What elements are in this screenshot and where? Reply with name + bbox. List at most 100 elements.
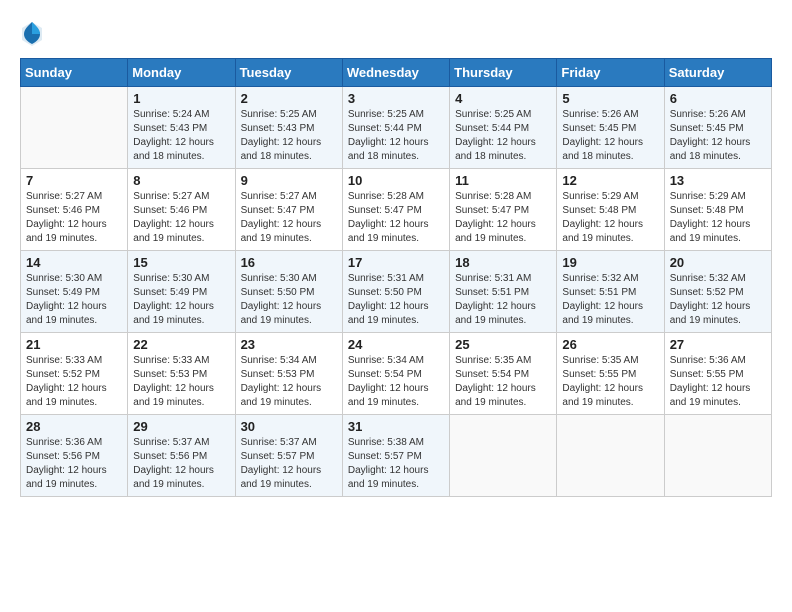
day-number: 28 bbox=[26, 419, 122, 434]
calendar-table: Sunday Monday Tuesday Wednesday Thursday… bbox=[20, 58, 772, 497]
day-info: Sunrise: 5:35 AM Sunset: 5:55 PM Dayligh… bbox=[562, 354, 658, 410]
day-cell: 19 Sunrise: 5:32 AM Sunset: 5:51 PM Dayli… bbox=[557, 251, 664, 333]
day-cell: 29 Sunrise: 5:37 AM Sunset: 5:56 PM Dayli… bbox=[128, 415, 235, 497]
day-cell: 30Sunrise: 5:37 AM Sunset: 5:57 PM Dayli… bbox=[235, 415, 342, 497]
day-info: Sunrise: 5:34 AM Sunset: 5:53 PM Dayligh… bbox=[241, 354, 337, 410]
day-cell: 27 Sunrise: 5:36 AM Sunset: 5:55 PM Dayli… bbox=[664, 333, 771, 415]
day-number: 19 bbox=[562, 255, 658, 270]
days-header-row: Sunday Monday Tuesday Wednesday Thursday… bbox=[21, 59, 772, 87]
day-info: Sunrise: 5:26 AM Sunset: 5:45 PM Dayligh… bbox=[670, 108, 766, 164]
day-number: 12 bbox=[562, 173, 658, 188]
day-info: Sunrise: 5:36 AM Sunset: 5:56 PM Dayligh… bbox=[26, 436, 122, 492]
day-cell bbox=[450, 415, 557, 497]
day-number: 3 bbox=[348, 91, 444, 106]
day-cell: 9 Sunrise: 5:27 AM Sunset: 5:47 PM Daylig… bbox=[235, 169, 342, 251]
day-cell: 16Sunrise: 5:30 AM Sunset: 5:50 PM Dayli… bbox=[235, 251, 342, 333]
day-number: 14 bbox=[26, 255, 122, 270]
day-info: Sunrise: 5:27 AM Sunset: 5:46 PM Dayligh… bbox=[133, 190, 229, 246]
logo-icon bbox=[20, 20, 44, 48]
day-number: 7 bbox=[26, 173, 122, 188]
day-number: 31 bbox=[348, 419, 444, 434]
day-info: Sunrise: 5:25 AM Sunset: 5:43 PM Dayligh… bbox=[241, 108, 337, 164]
day-info: Sunrise: 5:38 AM Sunset: 5:57 PM Dayligh… bbox=[348, 436, 444, 492]
day-number: 5 bbox=[562, 91, 658, 106]
day-cell: 18Sunrise: 5:31 AM Sunset: 5:51 PM Dayli… bbox=[450, 251, 557, 333]
day-number: 15 bbox=[133, 255, 229, 270]
day-info: Sunrise: 5:32 AM Sunset: 5:51 PM Dayligh… bbox=[562, 272, 658, 328]
day-number: 24 bbox=[348, 337, 444, 352]
day-cell: 4 Sunrise: 5:25 AM Sunset: 5:44 PM Daylig… bbox=[450, 87, 557, 169]
day-number: 6 bbox=[670, 91, 766, 106]
day-cell bbox=[664, 415, 771, 497]
day-info: Sunrise: 5:33 AM Sunset: 5:52 PM Dayligh… bbox=[26, 354, 122, 410]
day-cell: 5 Sunrise: 5:26 AM Sunset: 5:45 PM Daylig… bbox=[557, 87, 664, 169]
day-number: 26 bbox=[562, 337, 658, 352]
day-cell: 23 Sunrise: 5:34 AM Sunset: 5:53 PM Dayli… bbox=[235, 333, 342, 415]
day-number: 11 bbox=[455, 173, 551, 188]
day-cell: 12 Sunrise: 5:29 AM Sunset: 5:48 PM Dayli… bbox=[557, 169, 664, 251]
day-info: Sunrise: 5:33 AM Sunset: 5:53 PM Dayligh… bbox=[133, 354, 229, 410]
day-number: 4 bbox=[455, 91, 551, 106]
logo bbox=[20, 20, 48, 48]
day-info: Sunrise: 5:35 AM Sunset: 5:54 PM Dayligh… bbox=[455, 354, 551, 410]
day-cell bbox=[21, 87, 128, 169]
day-cell: 8 Sunrise: 5:27 AM Sunset: 5:46 PM Daylig… bbox=[128, 169, 235, 251]
day-number: 20 bbox=[670, 255, 766, 270]
header-tuesday: Tuesday bbox=[235, 59, 342, 87]
day-info: Sunrise: 5:37 AM Sunset: 5:57 PM Dayligh… bbox=[241, 436, 337, 492]
header-monday: Monday bbox=[128, 59, 235, 87]
day-info: Sunrise: 5:29 AM Sunset: 5:48 PM Dayligh… bbox=[670, 190, 766, 246]
day-cell: 26 Sunrise: 5:35 AM Sunset: 5:55 PM Dayli… bbox=[557, 333, 664, 415]
day-info: Sunrise: 5:27 AM Sunset: 5:47 PM Dayligh… bbox=[241, 190, 337, 246]
day-cell: 1Sunrise: 5:24 AM Sunset: 5:43 PM Daylig… bbox=[128, 87, 235, 169]
day-info: Sunrise: 5:36 AM Sunset: 5:55 PM Dayligh… bbox=[670, 354, 766, 410]
day-info: Sunrise: 5:31 AM Sunset: 5:50 PM Dayligh… bbox=[348, 272, 444, 328]
day-number: 17 bbox=[348, 255, 444, 270]
day-cell: 7 Sunrise: 5:27 AM Sunset: 5:46 PM Daylig… bbox=[21, 169, 128, 251]
day-info: Sunrise: 5:28 AM Sunset: 5:47 PM Dayligh… bbox=[455, 190, 551, 246]
day-number: 18 bbox=[455, 255, 551, 270]
day-info: Sunrise: 5:37 AM Sunset: 5:56 PM Dayligh… bbox=[133, 436, 229, 492]
week-row-3: 14 Sunrise: 5:30 AM Sunset: 5:49 PM Dayli… bbox=[21, 251, 772, 333]
day-number: 13 bbox=[670, 173, 766, 188]
header-wednesday: Wednesday bbox=[342, 59, 449, 87]
day-cell: 3 Sunrise: 5:25 AM Sunset: 5:44 PM Daylig… bbox=[342, 87, 449, 169]
day-cell: 2 Sunrise: 5:25 AM Sunset: 5:43 PM Daylig… bbox=[235, 87, 342, 169]
header-saturday: Saturday bbox=[664, 59, 771, 87]
day-cell: 15Sunrise: 5:30 AM Sunset: 5:49 PM Dayli… bbox=[128, 251, 235, 333]
day-info: Sunrise: 5:25 AM Sunset: 5:44 PM Dayligh… bbox=[455, 108, 551, 164]
day-info: Sunrise: 5:30 AM Sunset: 5:50 PM Dayligh… bbox=[241, 272, 337, 328]
day-info: Sunrise: 5:32 AM Sunset: 5:52 PM Dayligh… bbox=[670, 272, 766, 328]
header bbox=[20, 20, 772, 48]
day-number: 29 bbox=[133, 419, 229, 434]
week-row-2: 7 Sunrise: 5:27 AM Sunset: 5:46 PM Daylig… bbox=[21, 169, 772, 251]
day-cell: 6 Sunrise: 5:26 AM Sunset: 5:45 PM Daylig… bbox=[664, 87, 771, 169]
day-info: Sunrise: 5:28 AM Sunset: 5:47 PM Dayligh… bbox=[348, 190, 444, 246]
day-number: 2 bbox=[241, 91, 337, 106]
day-number: 22 bbox=[133, 337, 229, 352]
day-number: 27 bbox=[670, 337, 766, 352]
day-info: Sunrise: 5:27 AM Sunset: 5:46 PM Dayligh… bbox=[26, 190, 122, 246]
week-row-5: 28 Sunrise: 5:36 AM Sunset: 5:56 PM Dayli… bbox=[21, 415, 772, 497]
day-cell: 17 Sunrise: 5:31 AM Sunset: 5:50 PM Dayli… bbox=[342, 251, 449, 333]
week-row-1: 1Sunrise: 5:24 AM Sunset: 5:43 PM Daylig… bbox=[21, 87, 772, 169]
day-number: 10 bbox=[348, 173, 444, 188]
day-info: Sunrise: 5:29 AM Sunset: 5:48 PM Dayligh… bbox=[562, 190, 658, 246]
day-cell: 28 Sunrise: 5:36 AM Sunset: 5:56 PM Dayli… bbox=[21, 415, 128, 497]
header-friday: Friday bbox=[557, 59, 664, 87]
day-number: 8 bbox=[133, 173, 229, 188]
day-number: 9 bbox=[241, 173, 337, 188]
day-cell: 31 Sunrise: 5:38 AM Sunset: 5:57 PM Dayli… bbox=[342, 415, 449, 497]
day-number: 25 bbox=[455, 337, 551, 352]
day-cell: 20 Sunrise: 5:32 AM Sunset: 5:52 PM Dayli… bbox=[664, 251, 771, 333]
day-number: 23 bbox=[241, 337, 337, 352]
day-info: Sunrise: 5:25 AM Sunset: 5:44 PM Dayligh… bbox=[348, 108, 444, 164]
day-cell bbox=[557, 415, 664, 497]
day-number: 21 bbox=[26, 337, 122, 352]
day-info: Sunrise: 5:26 AM Sunset: 5:45 PM Dayligh… bbox=[562, 108, 658, 164]
day-info: Sunrise: 5:24 AM Sunset: 5:43 PM Dayligh… bbox=[133, 108, 229, 164]
day-info: Sunrise: 5:30 AM Sunset: 5:49 PM Dayligh… bbox=[26, 272, 122, 328]
day-cell: 24Sunrise: 5:34 AM Sunset: 5:54 PM Dayli… bbox=[342, 333, 449, 415]
day-cell: 10 Sunrise: 5:28 AM Sunset: 5:47 PM Dayli… bbox=[342, 169, 449, 251]
day-cell: 21 Sunrise: 5:33 AM Sunset: 5:52 PM Dayli… bbox=[21, 333, 128, 415]
